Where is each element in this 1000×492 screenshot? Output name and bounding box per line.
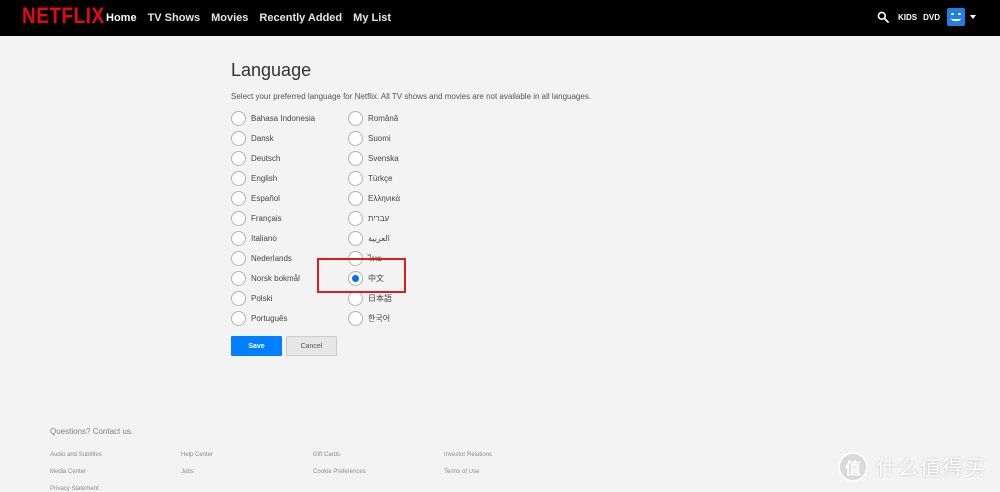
profile-avatar[interactable] [947, 8, 965, 26]
language-label: Nederlands [251, 253, 292, 263]
language-label: Deutsch [251, 153, 281, 163]
footer-link-cookie-preferences[interactable]: Cookie Preferences [313, 469, 366, 475]
language-option[interactable]: Nederlands [231, 248, 315, 268]
language-label: English [251, 173, 278, 183]
footer-link-jobs[interactable]: Jobs [181, 469, 194, 475]
language-label: Ελληνικά [368, 193, 401, 203]
radio-button[interactable] [348, 170, 363, 186]
radio-button[interactable] [231, 190, 246, 206]
radio-button[interactable] [231, 270, 246, 286]
footer-link-gift-cards[interactable]: Gift Cards [313, 452, 340, 458]
selection-highlight-box [317, 258, 406, 293]
avatar-eye-left [951, 13, 954, 15]
radio-button[interactable] [348, 130, 363, 146]
language-label: Bahasa Indonesia [251, 113, 316, 123]
radio-button[interactable] [231, 290, 246, 306]
nav-tv-shows[interactable]: TV Shows [148, 12, 201, 24]
footer-link-privacy-statement[interactable]: Privacy Statement [50, 486, 99, 492]
search-icon[interactable] [877, 11, 889, 23]
save-button[interactable]: Save [231, 336, 282, 356]
radio-button[interactable] [348, 310, 363, 326]
language-option[interactable]: Suomi [348, 128, 400, 148]
footer-link-audio-subtitles[interactable]: Audio and Subtitles [50, 452, 102, 458]
language-label: Suomi [368, 133, 391, 143]
language-option[interactable]: עברית [348, 208, 400, 228]
nav-home[interactable]: Home [106, 12, 137, 24]
language-label: 日本語 [368, 293, 392, 303]
language-option[interactable]: Português [231, 308, 315, 328]
top-navigation-bar: NETFLIX Home TV Shows Movies Recently Ad… [0, 0, 1000, 36]
language-label: العربية [368, 233, 390, 243]
language-option[interactable]: Español [231, 188, 315, 208]
language-label: 한국어 [368, 313, 391, 323]
nav-recently-added[interactable]: Recently Added [259, 12, 342, 24]
footer-link-terms-of-use[interactable]: Terms of Use [444, 469, 479, 475]
language-label: עברית [368, 213, 390, 223]
language-label: Dansk [251, 133, 274, 143]
language-option[interactable]: Bahasa Indonesia [231, 108, 315, 128]
language-option[interactable]: Norsk bokmål [231, 268, 315, 288]
radio-button[interactable] [348, 230, 363, 246]
page-title: Language [231, 60, 312, 80]
language-column-left: Bahasa Indonesia Dansk Deutsch English Españ… [231, 108, 315, 328]
language-label: Italiano [251, 233, 277, 243]
language-option[interactable]: 한국어 [348, 308, 400, 328]
avatar-mouth [951, 18, 961, 21]
radio-button[interactable] [348, 210, 363, 226]
language-label: Svenska [368, 153, 399, 163]
radio-button[interactable] [348, 150, 363, 166]
radio-button[interactable] [231, 230, 246, 246]
language-label: Português [251, 313, 288, 323]
language-option[interactable]: Deutsch [231, 148, 315, 168]
avatar-eye-right [958, 13, 961, 15]
language-label: Norsk bokmål [251, 273, 300, 283]
radio-button[interactable] [348, 110, 363, 126]
watermark-logo: 值 [838, 452, 868, 482]
radio-button[interactable] [348, 190, 363, 206]
language-label: Türkçe [368, 173, 393, 183]
kids-link[interactable]: KIDS [898, 13, 917, 22]
language-option[interactable]: Français [231, 208, 315, 228]
caret-down-icon[interactable] [970, 15, 976, 19]
language-label: Română [368, 113, 399, 123]
watermark-text: 什么值得买 [876, 457, 986, 480]
language-option[interactable]: Türkçe [348, 168, 400, 188]
page-subtitle: Select your preferred language for Netfl… [231, 92, 592, 101]
language-option[interactable]: Svenska [348, 148, 400, 168]
radio-button[interactable] [231, 250, 246, 266]
radio-button[interactable] [231, 150, 246, 166]
radio-button[interactable] [231, 170, 246, 186]
footer-link-help-center[interactable]: Help Center [181, 452, 213, 458]
language-option[interactable]: Română [348, 108, 400, 128]
language-label: Español [251, 193, 280, 203]
radio-button[interactable] [231, 110, 246, 126]
language-label: Polski [251, 293, 273, 303]
language-column-right: Română Suomi Svenska Türkçe Ελληνικά עברית الع… [348, 108, 400, 328]
radio-button[interactable] [231, 210, 246, 226]
nav-movies[interactable]: Movies [211, 12, 248, 24]
netflix-logo[interactable]: NETFLIX [22, 4, 105, 29]
language-option[interactable]: العربية [348, 228, 400, 248]
secondary-nav: KIDS DVD [877, 8, 976, 26]
cancel-button[interactable]: Cancel [286, 336, 337, 356]
language-option[interactable]: Ελληνικά [348, 188, 400, 208]
footer-contact[interactable]: Questions? Contact us. [50, 427, 133, 436]
nav-my-list[interactable]: My List [353, 12, 391, 24]
radio-button[interactable] [231, 310, 246, 326]
radio-button[interactable] [231, 130, 246, 146]
watermark: 值 什么值得买 [838, 452, 986, 482]
language-label: Français [251, 213, 282, 223]
language-option[interactable]: Italiano [231, 228, 315, 248]
language-option[interactable]: Dansk [231, 128, 315, 148]
footer-link-media-center[interactable]: Media Center [50, 469, 86, 475]
language-option[interactable]: Polski [231, 288, 315, 308]
main-nav: Home TV Shows Movies Recently Added My L… [106, 12, 402, 24]
language-option[interactable]: English [231, 168, 315, 188]
dvd-link[interactable]: DVD [923, 13, 940, 22]
footer-link-investor-relations[interactable]: Investor Relations [444, 452, 492, 458]
